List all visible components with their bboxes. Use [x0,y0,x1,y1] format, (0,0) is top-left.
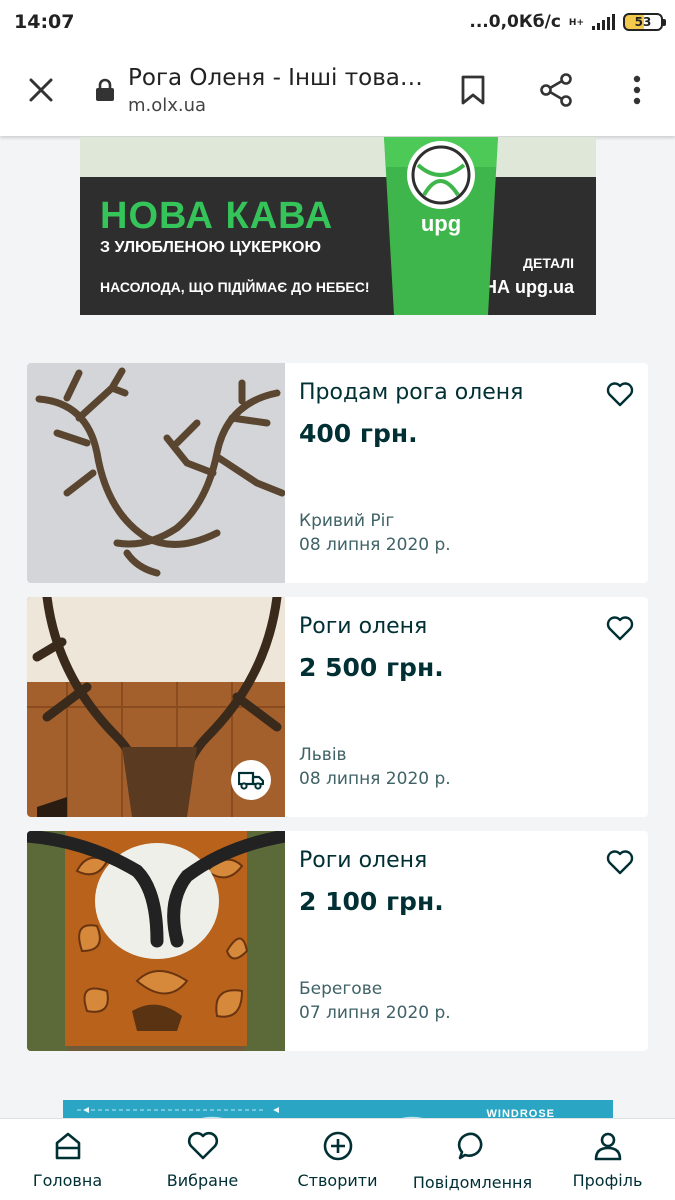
network-speed: ...0,0Кб/с [469,12,561,32]
lock-icon [94,78,116,102]
heart-icon[interactable] [606,849,634,875]
close-icon[interactable] [0,44,82,136]
listing-title[interactable]: Продам рога оленя [299,380,523,405]
address-area[interactable]: Рога Оленя - Інші товари m.olx.ua [128,65,431,116]
bottom-navigation: Головна Вибране Створити Повідомлення Пр… [0,1118,675,1200]
nav-home[interactable]: Головна [0,1119,135,1200]
more-vertical-icon[interactable] [599,44,675,136]
ad-headline: НОВА КАВА [100,195,334,237]
nav-profile-label: Профіль [572,1171,643,1190]
ad-subheadline: З УЛЮБЛЕНОЮ ЦУКЕРКОЮ [100,239,321,256]
coffee-cup-illustration: upg [384,137,498,315]
plus-circle-icon [323,1131,352,1161]
listing-price: 2 100 грн. [299,887,444,916]
status-indicators: ...0,0Кб/с H+ 53 [469,12,666,32]
heart-icon [187,1131,218,1160]
nav-create[interactable]: Створити [270,1119,405,1200]
listing-title[interactable]: Роги оленя [299,614,427,639]
bookmark-icon[interactable] [431,44,515,136]
listing-city: Берегове [299,979,383,999]
share-icon[interactable] [515,44,599,136]
nav-favorites-label: Вибране [166,1171,239,1190]
status-bar: 14:07 ...0,0Кб/с H+ 53 [0,0,675,44]
delivery-truck-icon [231,760,271,800]
listing-photo[interactable] [27,363,285,583]
listing-city: Кривий Ріг [299,511,395,531]
ad-banner[interactable]: НОВА КАВА З УЛЮБЛЕНОЮ ЦУКЕРКОЮ НАСОЛОДА,… [80,137,596,315]
battery-icon: 53 [623,13,666,31]
battery-level: 53 [634,15,652,29]
heart-icon[interactable] [606,615,634,641]
status-time: 14:07 [14,11,75,33]
listing-photo[interactable] [27,831,285,1051]
listing-price: 400 грн. [299,419,418,448]
listing-card[interactable]: Роги оленя 2 500 грн. Львів 08 липня 202… [27,597,648,817]
listing-date: 08 липня 2020 р. [299,769,451,789]
signal-icon [592,14,615,30]
ad-cta-line1: ДЕТАЛІ [523,255,574,271]
home-icon [55,1132,80,1160]
nav-messages-label: Повідомлення [412,1173,533,1192]
listing-card[interactable]: Продам рога оленя 400 грн. Кривий Ріг 08… [27,363,648,583]
user-icon [594,1132,621,1161]
nav-profile[interactable]: Профіль [540,1119,675,1200]
network-type: H+ [568,18,584,28]
ad-tagline: НАСОЛОДА, ЩО ПІДІЙМАЄ ДО НЕБЕС! [100,279,370,295]
listing-city: Львів [299,745,347,765]
listing-date: 08 липня 2020 р. [299,535,451,555]
listing-price: 2 500 грн. [299,653,444,682]
nav-create-label: Створити [297,1171,378,1190]
listing-date: 07 липня 2020 р. [299,1003,451,1023]
heart-icon[interactable] [606,381,634,407]
ad-brand: upg [421,211,461,236]
page-url: m.olx.ua [128,94,207,116]
browser-toolbar: Рога Оленя - Інші товари m.olx.ua [0,44,675,136]
nav-home-label: Головна [32,1171,103,1190]
listing-title[interactable]: Роги оленя [299,848,427,873]
page-title: Рога Оленя - Інші товари [128,64,428,91]
nav-messages[interactable]: Повідомлення [405,1119,540,1200]
ad-background-top [80,137,596,177]
listing-card[interactable]: Роги оленя 2 100 грн. Берегове 07 липня … [27,831,648,1051]
chat-icon [457,1132,482,1160]
nav-favorites[interactable]: Вибране [135,1119,270,1200]
